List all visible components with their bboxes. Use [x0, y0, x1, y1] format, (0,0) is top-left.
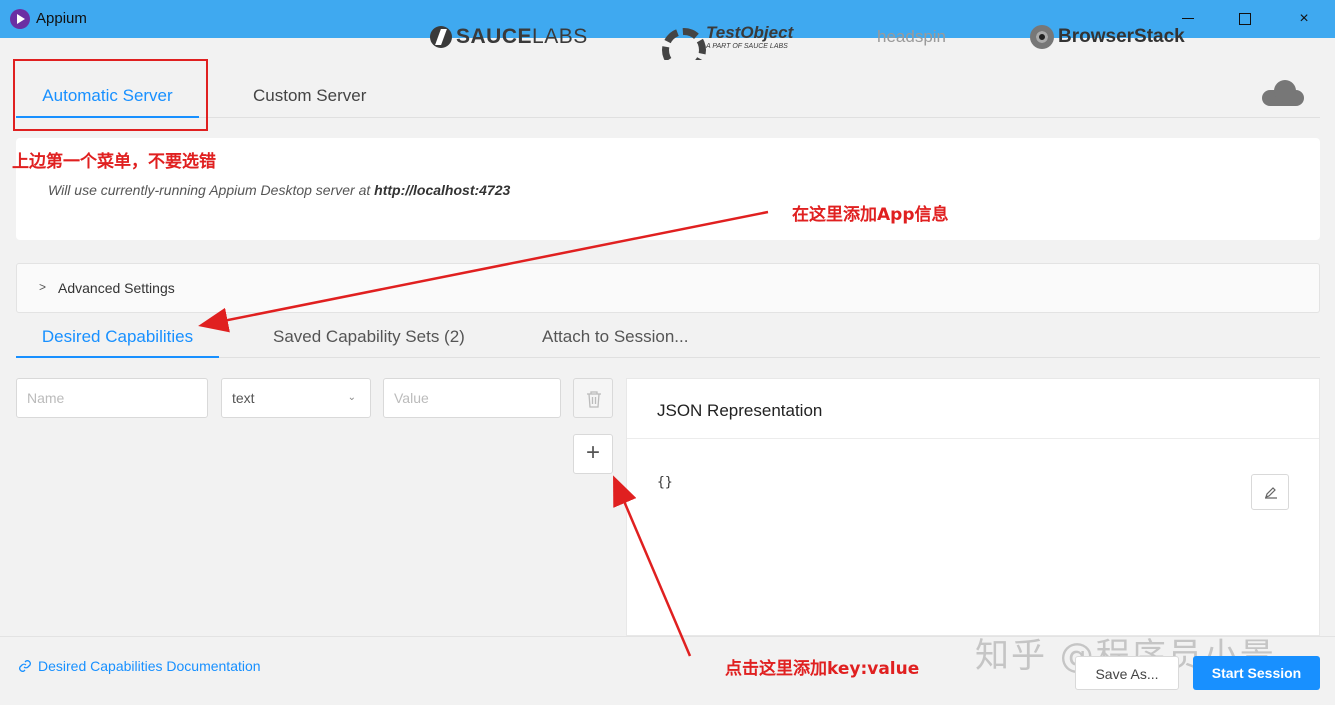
annotation-arrow-plus [613, 475, 692, 657]
annotation-arrow-app [198, 210, 769, 333]
annotation-arrows [198, 210, 769, 657]
